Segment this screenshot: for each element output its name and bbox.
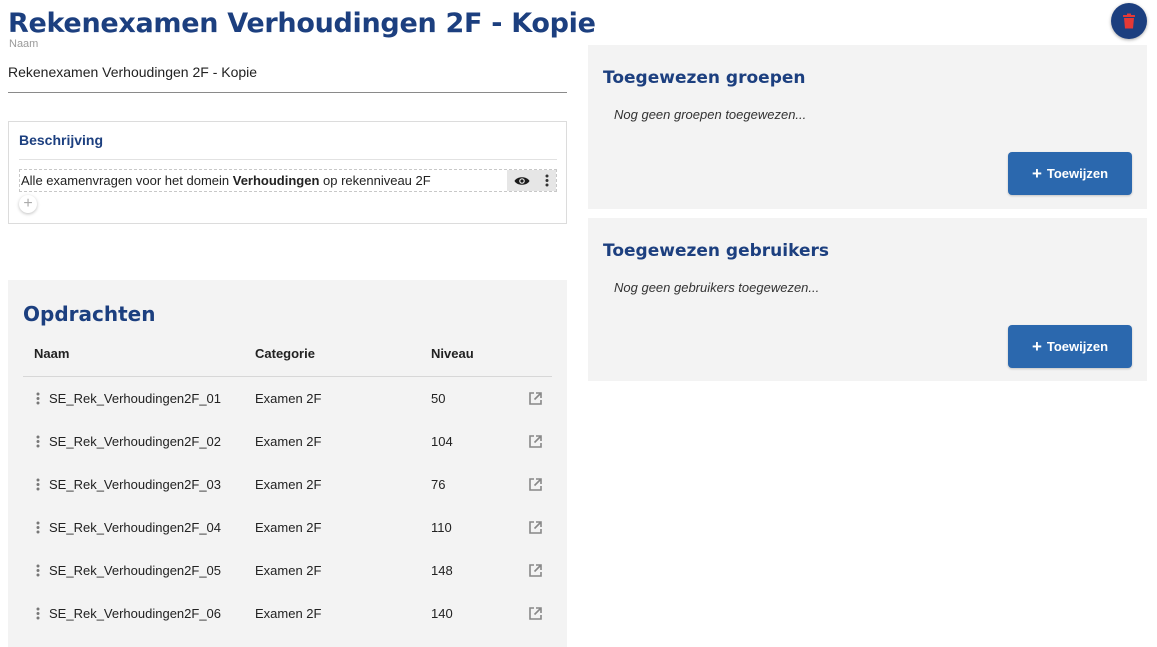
task-name: SE_Rek_Verhoudingen2F_01 xyxy=(49,391,222,406)
table-row[interactable]: SE_Rek_Verhoudingen2F_05 Examen 2F 148 xyxy=(23,549,552,592)
description-text-bold: Verhoudingen xyxy=(232,173,320,188)
task-name: SE_Rek_Verhoudingen2F_03 xyxy=(49,477,222,492)
drag-handle-icon[interactable] xyxy=(36,478,40,491)
description-text-start: Alle examenvragen voor het domein xyxy=(21,173,233,188)
external-link-icon[interactable] xyxy=(528,391,543,406)
external-link-icon[interactable] xyxy=(528,477,543,492)
task-category: Examen 2F xyxy=(255,563,322,578)
tasks-panel: Opdrachten Naam Categorie Niveau SE_Rek_… xyxy=(8,280,567,647)
table-row[interactable]: SE_Rek_Verhoudingen2F_02 Examen 2F 104 xyxy=(23,420,552,463)
plus-icon: + xyxy=(1031,337,1042,356)
table-row[interactable]: SE_Rek_Verhoudingen2F_03 Examen 2F 76 xyxy=(23,463,552,506)
table-row[interactable]: SE_Rek_Verhoudingen2F_04 Examen 2F 110 xyxy=(23,506,552,549)
assigned-groups-title: Toegewezen groepen xyxy=(603,68,806,88)
description-text-end: op rekenniveau 2F xyxy=(319,173,431,188)
external-link-icon[interactable] xyxy=(528,520,543,535)
assigned-users-empty-text: Nog geen gebruikers toegewezen... xyxy=(614,280,820,295)
column-header-name: Naam xyxy=(34,346,70,361)
external-link-icon[interactable] xyxy=(528,434,543,449)
table-row[interactable]: SE_Rek_Verhoudingen2F_06 Examen 2F 140 xyxy=(23,592,552,635)
more-vertical-icon[interactable] xyxy=(545,174,549,187)
column-header-category: Categorie xyxy=(255,346,315,361)
plus-icon: + xyxy=(23,195,33,212)
task-name: SE_Rek_Verhoudingen2F_04 xyxy=(49,520,222,535)
plus-icon: + xyxy=(1031,164,1042,183)
name-field[interactable]: Rekenexamen Verhoudingen 2F - Kopie xyxy=(8,64,257,80)
add-block-button[interactable]: + xyxy=(19,195,37,213)
description-divider xyxy=(19,159,557,160)
assign-users-button-label: Toewijzen xyxy=(1046,339,1109,354)
drag-handle-icon[interactable] xyxy=(36,435,40,448)
task-level: 104 xyxy=(431,434,453,449)
task-level: 140 xyxy=(431,606,453,621)
delete-button[interactable] xyxy=(1111,3,1147,39)
task-category: Examen 2F xyxy=(255,520,322,535)
description-block-tools xyxy=(507,170,556,191)
task-level: 76 xyxy=(431,477,446,492)
task-category: Examen 2F xyxy=(255,434,322,449)
drag-handle-icon[interactable] xyxy=(36,564,40,577)
tasks-title: Opdrachten xyxy=(23,302,156,326)
assign-groups-button[interactable]: + Toewijzen xyxy=(1008,152,1132,195)
assign-groups-button-label: Toewijzen xyxy=(1046,166,1109,181)
assigned-users-panel: Toegewezen gebruikers Nog geen gebruiker… xyxy=(588,218,1147,381)
table-row[interactable]: SE_Rek_Verhoudingen2F_01 Examen 2F 50 xyxy=(23,377,552,420)
assign-users-button[interactable]: + Toewijzen xyxy=(1008,325,1132,368)
assigned-groups-panel: Toegewezen groepen Nog geen groepen toeg… xyxy=(588,45,1147,209)
external-link-icon[interactable] xyxy=(528,563,543,578)
task-level: 50 xyxy=(431,391,446,406)
task-category: Examen 2F xyxy=(255,477,322,492)
description-text-block[interactable]: Alle examenvragen voor het domein Verhou… xyxy=(19,169,557,192)
task-category: Examen 2F xyxy=(255,391,322,406)
task-name: SE_Rek_Verhoudingen2F_05 xyxy=(49,563,222,578)
task-name: SE_Rek_Verhoudingen2F_02 xyxy=(49,434,222,449)
assigned-users-title: Toegewezen gebruikers xyxy=(603,241,829,261)
name-field-label: Naam xyxy=(9,38,39,50)
drag-handle-icon[interactable] xyxy=(36,607,40,620)
eye-icon[interactable] xyxy=(514,175,530,187)
task-category: Examen 2F xyxy=(255,606,322,621)
column-header-level: Niveau xyxy=(431,346,474,361)
name-field-underline xyxy=(8,92,567,93)
assigned-groups-empty-text: Nog geen groepen toegewezen... xyxy=(614,107,807,122)
task-level: 110 xyxy=(431,520,452,535)
trash-icon xyxy=(1123,13,1135,29)
task-level: 148 xyxy=(431,563,453,578)
page-title: Rekenexamen Verhoudingen 2F - Kopie xyxy=(8,8,596,39)
external-link-icon[interactable] xyxy=(528,606,543,621)
task-name: SE_Rek_Verhoudingen2F_06 xyxy=(49,606,222,621)
drag-handle-icon[interactable] xyxy=(36,392,40,405)
description-panel: Beschrijving Alle examenvragen voor het … xyxy=(8,121,567,224)
drag-handle-icon[interactable] xyxy=(36,521,40,534)
description-title: Beschrijving xyxy=(19,132,104,148)
